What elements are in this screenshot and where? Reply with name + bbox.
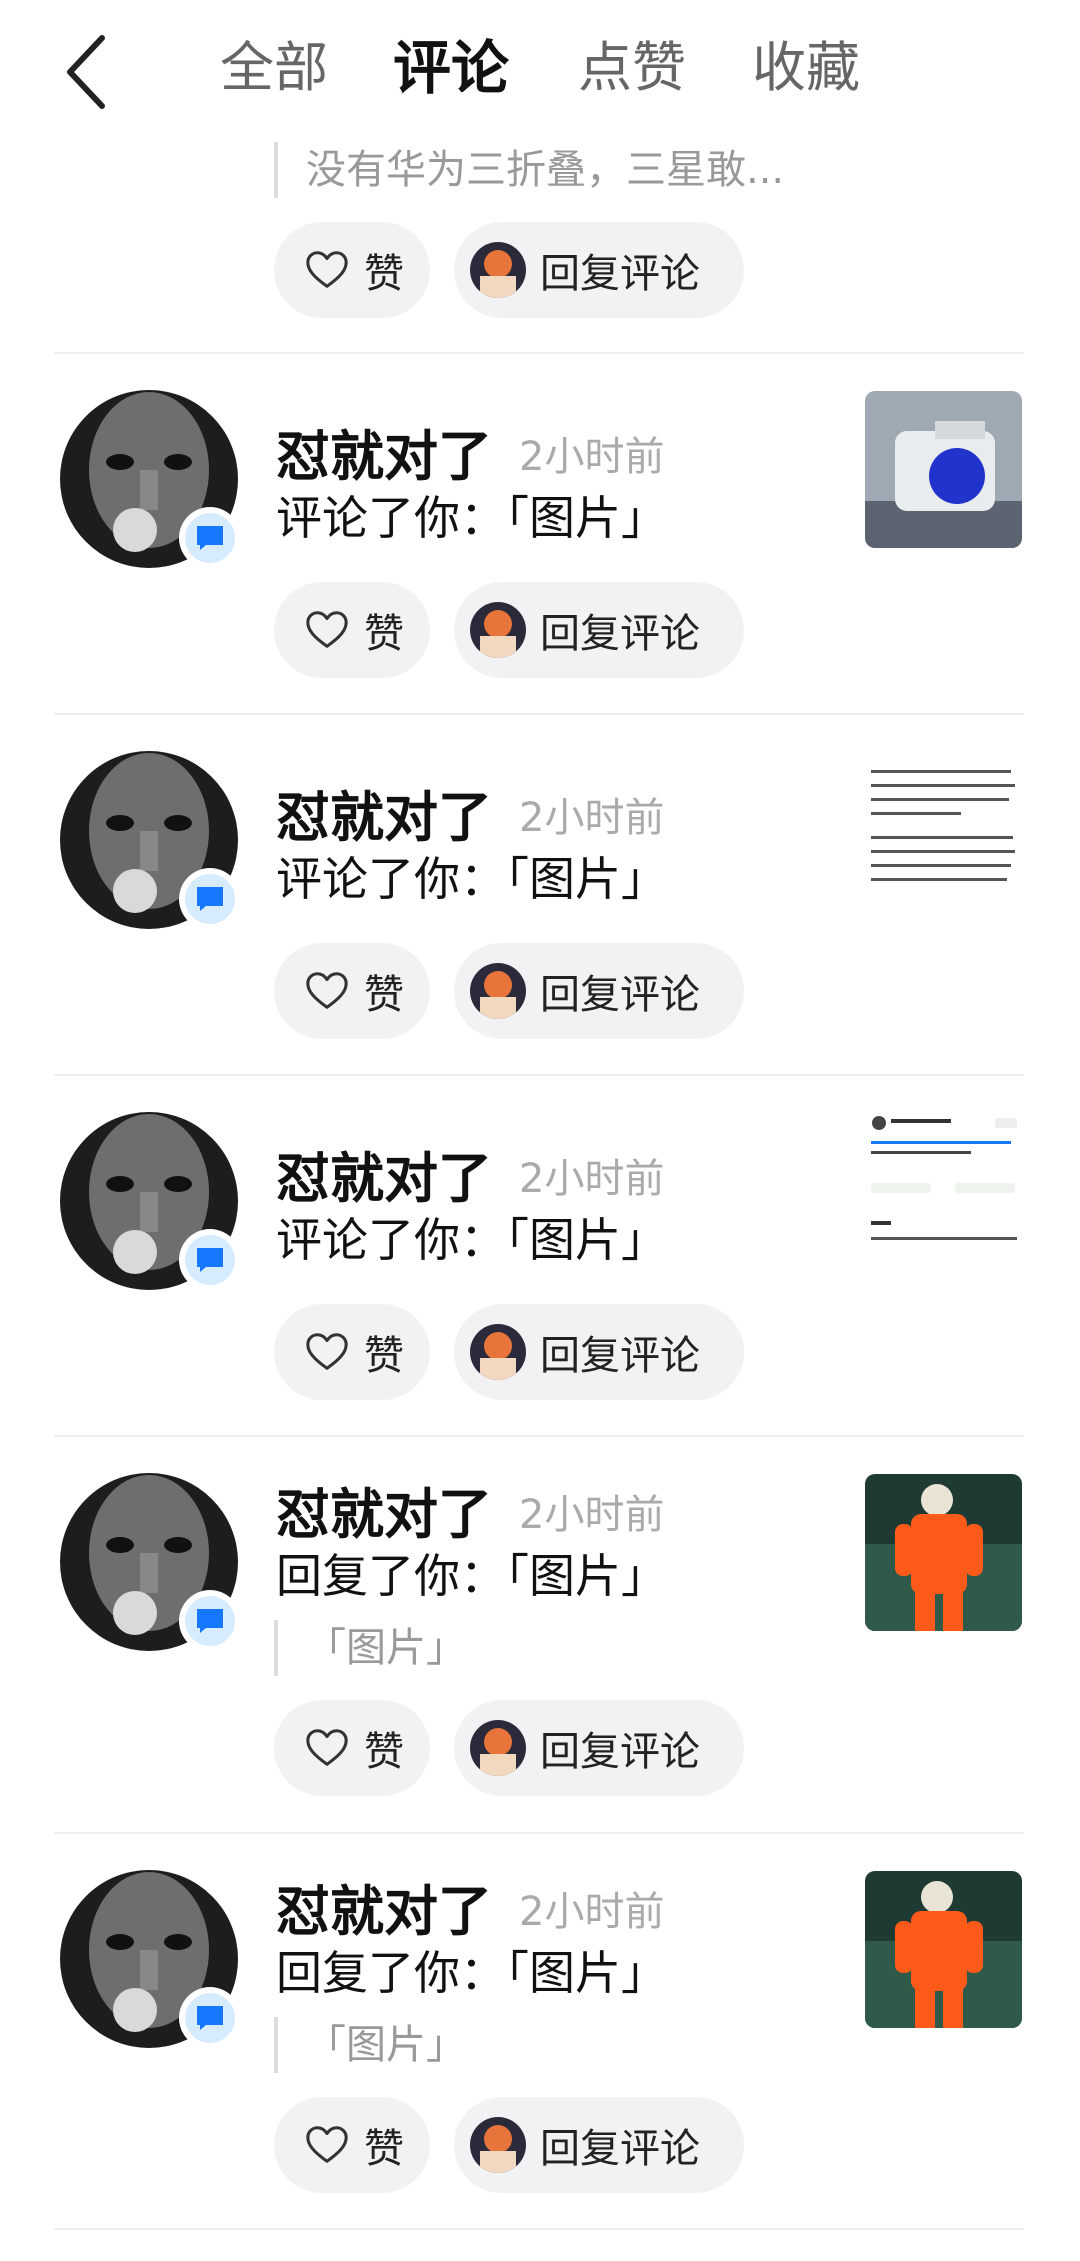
thumbnail[interactable] <box>865 752 1022 909</box>
timestamp: 2小时前 <box>519 1889 665 1935</box>
reply-button[interactable]: 回复评论 <box>454 2097 744 2193</box>
reply-label: 回复评论 <box>540 2126 700 2172</box>
timestamp: 2小时前 <box>519 434 665 480</box>
comment-badge <box>179 1987 241 2049</box>
reply-button[interactable]: 回复评论 <box>454 582 744 678</box>
heart-icon <box>306 611 348 648</box>
divider <box>54 1074 1024 1076</box>
my-avatar <box>470 1324 526 1380</box>
reply-label: 回复评论 <box>540 1729 700 1775</box>
my-avatar <box>470 242 526 298</box>
heart-icon <box>306 1729 348 1766</box>
reply-button[interactable]: 回复评论 <box>454 943 744 1039</box>
notification-text[interactable]: 评论了你：「图片」 <box>276 848 667 910</box>
my-avatar <box>470 1720 526 1776</box>
notification-text[interactable]: 回复了你：「图片」 <box>276 1545 667 1607</box>
heart-icon <box>306 251 348 288</box>
tab-comments[interactable]: 评论 <box>393 32 509 104</box>
reply-button[interactable]: 回复评论 <box>454 1700 744 1796</box>
comment-badge <box>179 1229 241 1291</box>
username[interactable]: 怼就对了 <box>276 785 492 851</box>
thumbnail[interactable] <box>865 1871 1022 2028</box>
like-button[interactable]: 赞 <box>274 1700 430 1796</box>
notification-text[interactable]: 评论了你：「图片」 <box>276 1209 667 1271</box>
divider <box>54 352 1024 354</box>
comment-badge <box>179 507 241 569</box>
tab-favorites[interactable]: 收藏 <box>752 32 860 104</box>
like-label: 赞 <box>364 1729 404 1775</box>
back-arrow-icon[interactable] <box>58 32 118 112</box>
like-label: 赞 <box>364 251 404 297</box>
like-label: 赞 <box>364 2126 404 2172</box>
divider <box>54 1832 1024 1834</box>
reply-label: 回复评论 <box>540 611 700 657</box>
thumbnail[interactable] <box>865 1474 1022 1631</box>
divider <box>54 713 1024 715</box>
top-bar: 全部 评论 点赞 收藏 <box>0 0 1080 140</box>
tab-likes[interactable]: 点赞 <box>578 32 686 104</box>
timestamp: 2小时前 <box>519 795 665 841</box>
like-button[interactable]: 赞 <box>274 582 430 678</box>
like-label: 赞 <box>364 972 404 1018</box>
like-label: 赞 <box>364 1333 404 1379</box>
quoted-comment: 「图片」 <box>274 2017 466 2073</box>
comment-icon <box>197 887 223 911</box>
timestamp: 2小时前 <box>519 1492 665 1538</box>
heart-icon <box>306 972 348 1009</box>
comment-icon <box>197 526 223 550</box>
username[interactable]: 怼就对了 <box>276 1879 492 1945</box>
divider <box>54 1435 1024 1437</box>
comment-icon <box>197 1609 223 1633</box>
my-avatar <box>470 602 526 658</box>
like-button[interactable]: 赞 <box>274 222 430 318</box>
heart-icon <box>306 2126 348 2163</box>
username[interactable]: 怼就对了 <box>276 424 492 490</box>
username[interactable]: 怼就对了 <box>276 1482 492 1548</box>
reply-label: 回复评论 <box>540 972 700 1018</box>
thumbnail[interactable] <box>865 391 1022 548</box>
tab-all[interactable]: 全部 <box>220 32 328 104</box>
reply-label: 回复评论 <box>540 251 700 297</box>
comment-icon <box>197 1248 223 1272</box>
quoted-comment: 没有华为三折叠，三星敢... <box>274 142 784 198</box>
quoted-comment: 「图片」 <box>274 1620 466 1676</box>
notification-text[interactable]: 评论了你：「图片」 <box>276 487 667 549</box>
my-avatar <box>470 963 526 1019</box>
comment-icon <box>197 2006 223 2030</box>
thumbnail[interactable] <box>865 1113 1022 1270</box>
heart-icon <box>306 1333 348 1370</box>
reply-button[interactable]: 回复评论 <box>454 222 744 318</box>
comment-badge <box>179 1590 241 1652</box>
like-button[interactable]: 赞 <box>274 2097 430 2193</box>
like-button[interactable]: 赞 <box>274 1304 430 1400</box>
reply-label: 回复评论 <box>540 1333 700 1379</box>
comment-badge <box>179 868 241 930</box>
like-button[interactable]: 赞 <box>274 943 430 1039</box>
reply-button[interactable]: 回复评论 <box>454 1304 744 1400</box>
like-label: 赞 <box>364 611 404 657</box>
notification-text[interactable]: 回复了你：「图片」 <box>276 1942 667 2004</box>
timestamp: 2小时前 <box>519 1156 665 1202</box>
my-avatar <box>470 2117 526 2173</box>
username[interactable]: 怼就对了 <box>276 1146 492 1212</box>
divider <box>54 2228 1024 2230</box>
